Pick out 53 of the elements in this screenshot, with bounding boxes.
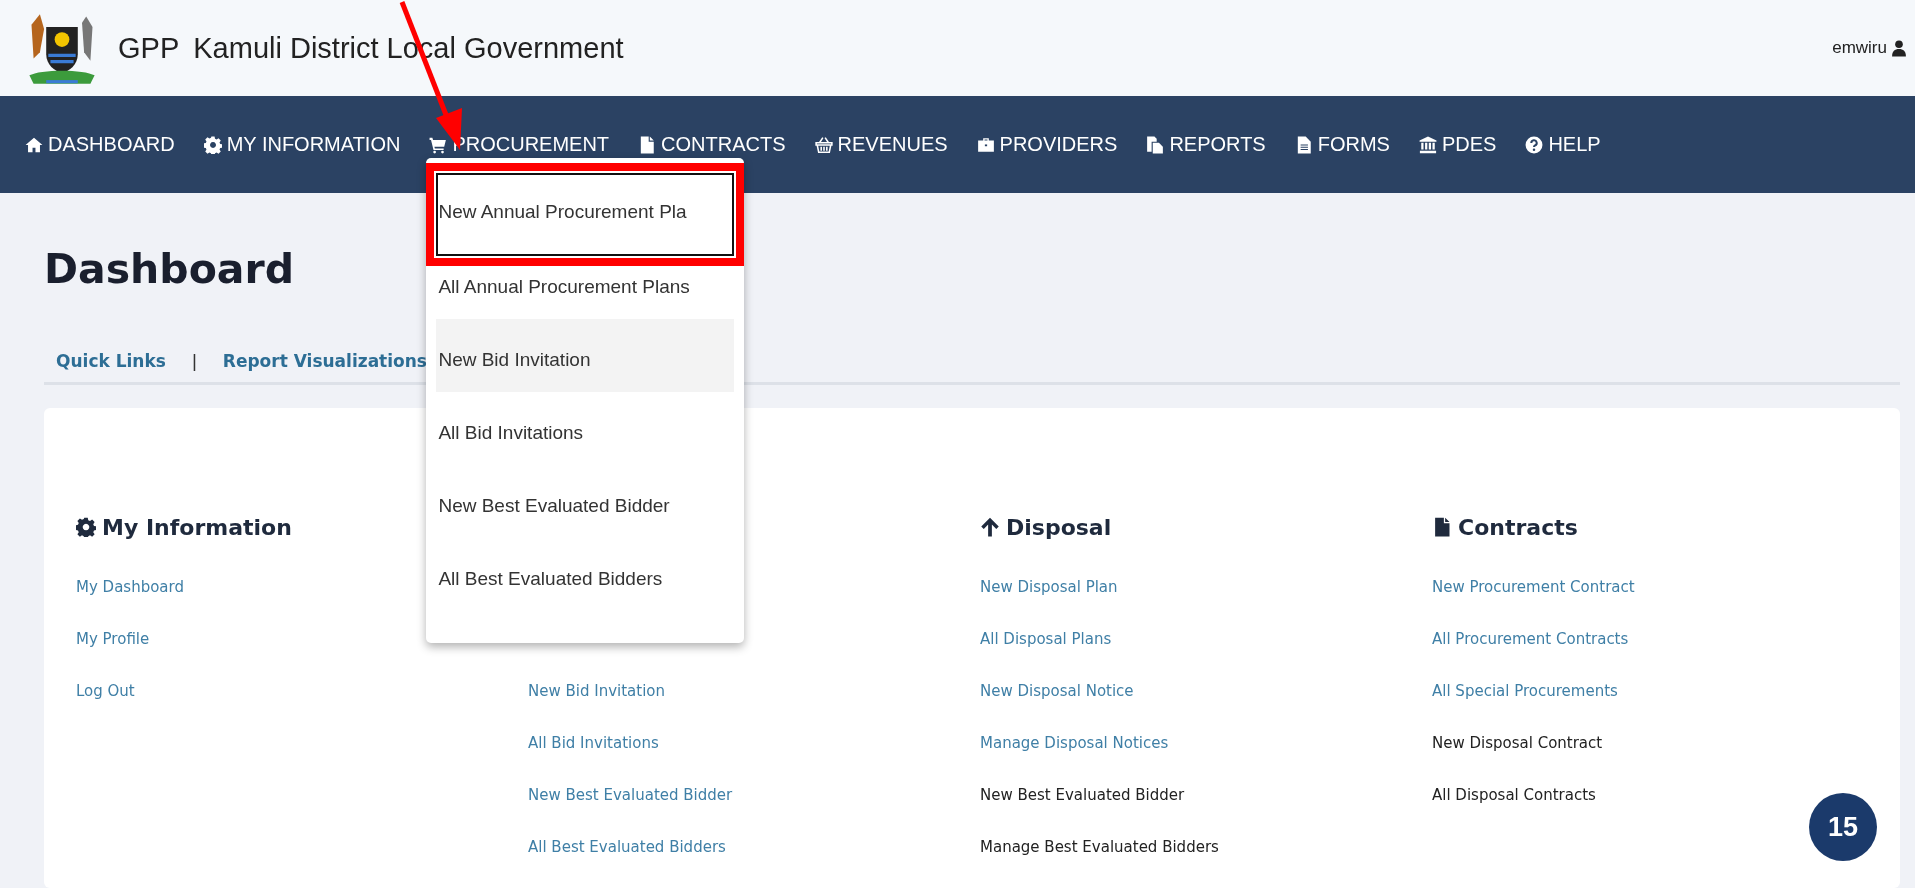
tab-separator: | [191,350,197,372]
quick-link[interactable]: New Best Evaluated Bidder [980,783,1185,807]
gear-icon [76,517,96,537]
dropdown-menu-item[interactable]: New Annual Procurement Pla [436,173,735,256]
quick-link[interactable]: All Disposal Contracts [1432,783,1596,807]
nav-menu-item[interactable]: PDES [1415,96,1507,193]
quick-link[interactable]: New Bid Invitation [528,679,665,703]
quick-link[interactable]: All Special Procurements [1432,679,1618,703]
gear-icon [203,135,222,154]
tab-link[interactable]: Quick Links [56,351,166,371]
nav-menu-item[interactable]: REVENUES [811,96,958,193]
user-icon [1891,39,1907,57]
quick-link[interactable]: New Best Evaluated Bidder [528,783,733,807]
nav-menu-item[interactable]: HELP [1522,96,1611,193]
quick-link[interactable]: All Bid Invitations [528,731,659,755]
quick-link[interactable]: New Disposal Plan [980,575,1118,599]
dropdown-menu-item[interactable]: All Best Evaluated Bidders [436,538,735,611]
arrow-up-icon [980,517,1000,537]
quick-link[interactable]: All Procurement Contracts [1432,627,1629,651]
tab-link[interactable]: Report Visualizations [222,351,427,371]
quick-link[interactable]: All Disposal Plans [980,627,1112,651]
quick-link[interactable]: Log Out [76,679,135,703]
nav-menu-item[interactable]: FORMS [1291,96,1400,193]
quick-link[interactable]: Manage Best Evaluated Bidders [980,835,1219,859]
document-icon [1432,517,1452,537]
notification-count-badge[interactable]: 15 [1809,793,1877,861]
section-heading: Disposal [1006,514,1112,540]
nav-menu-item[interactable]: REPORTS [1143,96,1276,193]
bank-icon [1418,135,1437,154]
section-heading: My Information [102,514,292,540]
quick-link[interactable]: My Profile [76,627,150,651]
copy-icon [1146,135,1165,154]
quick-link[interactable]: New Disposal Notice [980,679,1134,703]
nav-menu-item[interactable]: DASHBOARD [22,96,185,193]
quick-link[interactable]: New Disposal Contract [1432,731,1603,755]
section-heading: Contracts [1458,514,1578,540]
quick-link[interactable]: All Best Evaluated Bidders [528,835,726,859]
user-menu[interactable]: emwiru [1832,38,1907,58]
dropdown-menu-item[interactable]: New Best Evaluated Bidder [436,465,735,538]
quick-link[interactable]: New Procurement Contract [1432,575,1635,599]
brand-name: GPP [118,31,180,65]
nav-menu-item[interactable]: MY INFORMATION [200,96,411,193]
quick-link[interactable]: Manage Disposal Notices [980,731,1169,755]
basket-icon [814,135,833,154]
document-icon [638,135,657,154]
help-icon [1525,135,1544,154]
nav-menu-item[interactable]: PROVIDERS [973,96,1128,193]
quick-link[interactable]: My Dashboard [76,575,184,599]
cart-icon [429,135,448,154]
briefcase-icon [976,135,995,154]
home-icon [25,135,43,154]
dropdown-menu-item[interactable]: All Bid Invitations [436,392,735,465]
dropdown-menu-item[interactable]: New Bid Invitation [436,319,735,392]
